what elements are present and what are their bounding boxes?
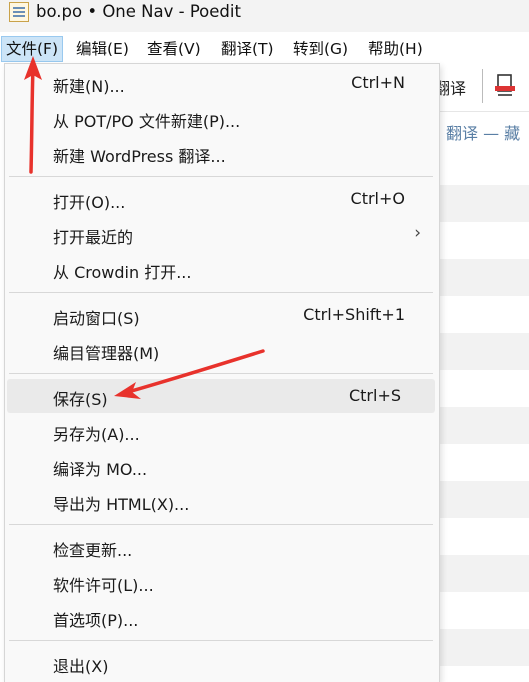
menu-item-label: 启动窗口(S) [53,309,140,328]
menu-goto[interactable]: 转到(G) [289,36,352,62]
menu-item-label: 检查更新... [53,541,133,560]
menu-help[interactable]: 帮助(H) [364,36,427,62]
menu-item-save-as[interactable]: 另存为(A)... [5,414,439,448]
menu-item-label: 新建 WordPress 翻译... [53,147,226,166]
menu-separator [9,176,433,177]
menu-item-new-wordpress[interactable]: 新建 WordPress 翻译... [5,136,439,170]
list-row[interactable] [428,555,529,592]
menu-separator [9,524,433,525]
menu-separator [9,640,433,641]
menu-item-label: 从 POT/PO 文件新建(P)... [53,112,241,131]
menu-item-label: 编目管理器(M) [53,344,160,363]
window-title: bo.po • One Nav - Poedit [36,2,241,21]
list-row[interactable] [428,629,529,666]
menu-item-shortcut: Ctrl+Shift+1 [303,305,405,324]
menu-item-preferences[interactable]: 首选项(P)... [5,600,439,634]
menu-item-shortcut: Ctrl+N [351,73,405,92]
toolbar-separator [482,69,483,103]
menu-file[interactable]: 文件(F) [1,36,64,62]
chevron-right-icon: › [414,223,421,243]
menu-bar: 文件(F) 编辑(E) 查看(V) 翻译(T) 转到(G) 帮助(H) [0,33,529,63]
menu-item-export-html[interactable]: 导出为 HTML(X)... [5,484,439,518]
menu-translate[interactable]: 翻译(T) [217,36,278,62]
list-row[interactable] [428,185,529,222]
menu-item-label: 打开最近的 [53,228,134,247]
menu-item-label: 导出为 HTML(X)... [53,495,190,514]
menu-item-label: 首选项(P)... [53,611,139,630]
menu-item-label: 软件许可(L)... [53,576,154,595]
menu-item-welcome-window[interactable]: 启动窗口(S) Ctrl+Shift+1 [5,298,439,332]
menu-item-shortcut: Ctrl+S [348,386,401,405]
list-row[interactable] [428,333,529,370]
list-row[interactable] [428,259,529,296]
list-row[interactable] [428,481,529,518]
menu-separator [9,373,433,374]
menu-item-save[interactable]: 保存(S) Ctrl+S [7,379,435,413]
document-icon[interactable] [494,73,516,97]
menu-item-label: 打开(O)... [53,193,126,212]
menu-item-open-crowdin[interactable]: 从 Crowdin 打开... [5,252,439,286]
list-row[interactable] [428,407,529,444]
menu-edit[interactable]: 编辑(E) [72,36,133,62]
menu-item-compile-mo[interactable]: 编译为 MO... [5,449,439,483]
menu-item-open-recent[interactable]: 打开最近的 › [5,217,439,251]
menu-item-license[interactable]: 软件许可(L)... [5,565,439,599]
toolbar: 翻译 [428,63,529,112]
menu-item-label: 从 Crowdin 打开... [53,263,192,282]
menu-item-label: 新建(N)... [53,77,125,96]
menu-item-label: 退出(X) [53,657,109,676]
menu-item-label: 编译为 MO... [53,460,148,479]
menu-item-open[interactable]: 打开(O)... Ctrl+O [5,182,439,216]
menu-separator [9,292,433,293]
menu-item-catalog-manager[interactable]: 编目管理器(M) [5,333,439,367]
menu-item-new[interactable]: 新建(N)... Ctrl+N [5,66,439,100]
file-menu-dropdown: 新建(N)... Ctrl+N 从 POT/PO 文件新建(P)... 新建 W… [4,63,440,682]
menu-item-new-from-pot[interactable]: 从 POT/PO 文件新建(P)... [5,101,439,135]
menu-item-shortcut: Ctrl+O [350,189,405,208]
menu-view[interactable]: 查看(V) [143,36,205,62]
menu-item-label: 保存(S) [53,390,108,409]
list-header: 翻译 — 藏 [428,112,529,150]
menu-item-label: 另存为(A)... [53,425,140,444]
menu-item-check-updates[interactable]: 检查更新... [5,530,439,564]
list-header-text: 翻译 — 藏 [446,124,521,143]
menu-item-exit[interactable]: 退出(X) [5,646,439,680]
title-bar: bo.po • One Nav - Poedit [0,0,529,32]
poedit-app-icon [9,2,29,22]
